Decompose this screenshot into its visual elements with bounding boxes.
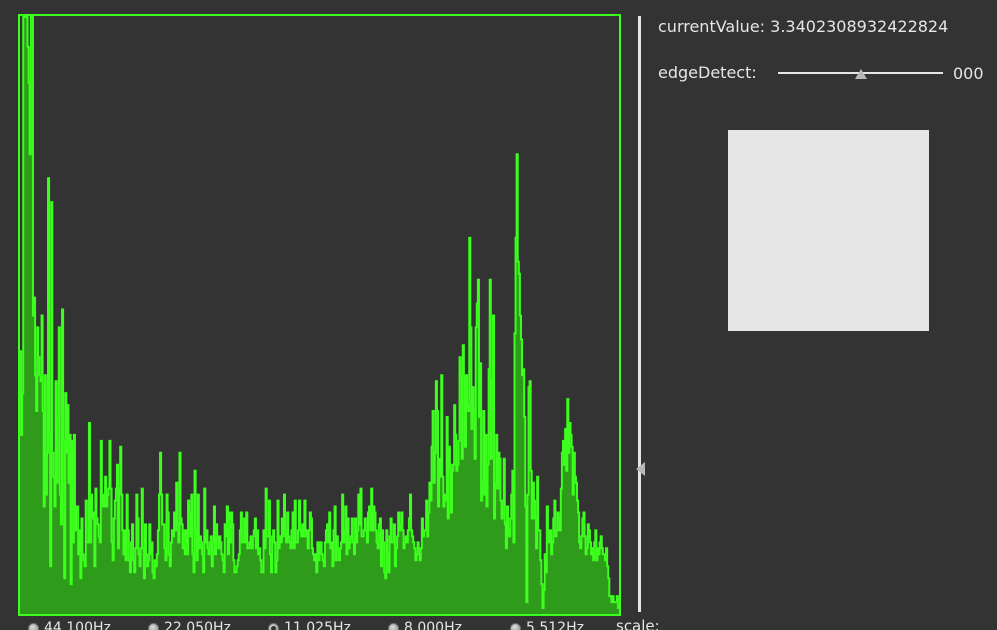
- rate-option-5512[interactable]: 5,512Hz: [510, 620, 584, 630]
- rate-label: 44,100Hz: [44, 620, 111, 630]
- radio-selected-icon[interactable]: [268, 622, 279, 630]
- app-root: 44,100Hz 22,050Hz 11,025Hz 8,000Hz 5,512…: [0, 0, 997, 630]
- spectrum-area: [20, 17, 619, 614]
- radio-icon[interactable]: [388, 622, 399, 630]
- radio-icon[interactable]: [148, 622, 159, 630]
- vertical-slider-thumb[interactable]: [636, 461, 645, 476]
- edge-detect-value: 000: [953, 64, 984, 83]
- spectrum-panel: [18, 14, 621, 616]
- sample-rate-selector: 44,100Hz 22,050Hz 11,025Hz 8,000Hz 5,512…: [24, 618, 684, 630]
- edge-detect-slider-thumb[interactable]: [854, 69, 867, 79]
- rate-label: 22,050Hz: [164, 620, 231, 630]
- radio-icon[interactable]: [510, 622, 521, 630]
- current-value-label: currentValue:: [658, 17, 766, 36]
- rate-option-8000[interactable]: 8,000Hz: [388, 620, 462, 630]
- rate-option-44100[interactable]: 44,100Hz: [28, 620, 111, 630]
- edge-detect-control: edgeDetect: 000: [658, 62, 993, 86]
- rate-label: 11,025Hz: [284, 620, 351, 630]
- preview-square: [728, 130, 929, 331]
- current-value: 3.3402308932422824: [770, 17, 949, 36]
- rate-label: 8,000Hz: [404, 620, 462, 630]
- vertical-slider-track[interactable]: [638, 16, 641, 612]
- rate-label: 5,512Hz: [526, 620, 584, 630]
- radio-icon[interactable]: [28, 622, 39, 630]
- spectrum-chart: [20, 16, 619, 614]
- current-value-readout: currentValue: 3.3402308932422824: [658, 17, 948, 36]
- rate-option-11025[interactable]: 11,025Hz: [268, 620, 351, 630]
- edge-detect-label: edgeDetect:: [658, 63, 757, 82]
- rate-option-22050[interactable]: 22,050Hz: [148, 620, 231, 630]
- scale-label: scale:: [616, 618, 660, 630]
